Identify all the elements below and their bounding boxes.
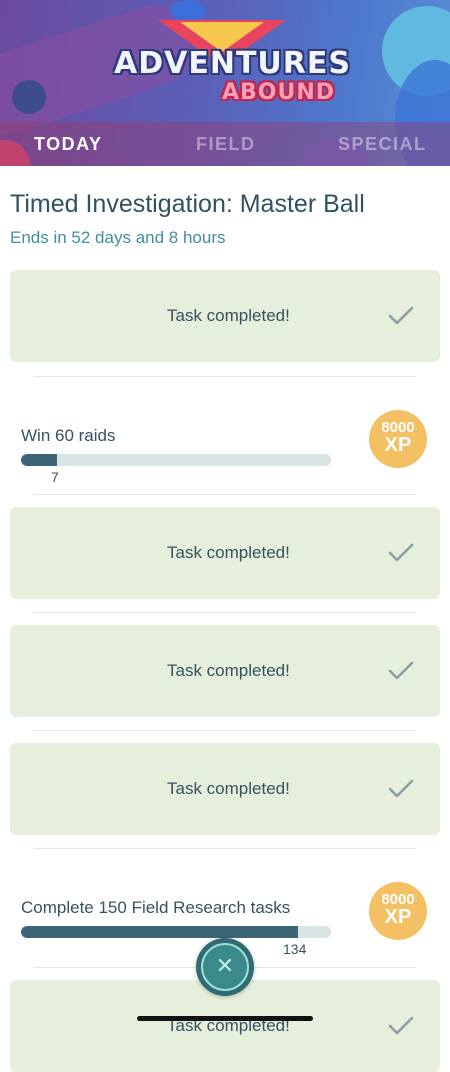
task-label: Win 60 raids — [21, 426, 116, 445]
logo-subtitle: ABOUND — [222, 80, 336, 105]
xp-reward-unit: XP — [384, 906, 412, 928]
check-icon — [388, 306, 414, 325]
xp-reward-badge: 8000 XP — [369, 410, 427, 468]
check-icon — [388, 779, 414, 798]
task-progress-bar — [21, 926, 331, 938]
close-button-ring: ✕ — [201, 943, 249, 991]
task-completed-label: Task completed! — [167, 779, 290, 798]
divider — [33, 730, 416, 731]
task-label: Complete 150 Field Research tasks — [21, 898, 291, 917]
close-button[interactable]: ✕ — [196, 938, 254, 996]
task-completed-label: Task completed! — [167, 543, 290, 562]
task-completed-card[interactable]: Task completed! — [10, 270, 440, 362]
tab-field[interactable]: FIELD — [196, 134, 256, 155]
divider — [33, 376, 416, 377]
check-icon — [388, 543, 414, 562]
season-logo: ADVENTURES ABOUND — [110, 20, 351, 112]
task-completed-label: Task completed! — [167, 306, 290, 325]
task-progress-count: 134 — [283, 941, 307, 957]
research-tabs: TODAY FIELD SPECIAL — [0, 122, 450, 166]
research-timer: Ends in 52 days and 8 hours — [10, 228, 226, 247]
task-progress-bar — [21, 454, 331, 466]
task-completed-card[interactable]: Task completed! — [10, 743, 440, 835]
xp-reward-badge: 8000 XP — [369, 882, 427, 940]
decor-bubble — [12, 80, 46, 114]
xp-reward-unit: XP — [384, 434, 412, 456]
check-icon — [388, 1016, 414, 1035]
check-icon — [388, 661, 414, 680]
task-completed-label: Task completed! — [167, 661, 290, 680]
decor-bubble — [170, 0, 206, 22]
tab-special[interactable]: SPECIAL — [338, 134, 427, 155]
task-completed-card[interactable]: Task completed! — [10, 507, 440, 599]
task-completed-card[interactable]: Task completed! — [10, 625, 440, 717]
divider — [33, 494, 416, 495]
close-icon: ✕ — [215, 954, 235, 979]
home-indicator[interactable] — [137, 1016, 313, 1021]
header-banner: ADVENTURES ABOUND TODAY FIELD SPECIAL — [0, 0, 450, 166]
research-title: Timed Investigation: Master Ball — [10, 190, 365, 218]
task-progress-fill — [21, 926, 298, 938]
task-progress-fill — [21, 454, 58, 466]
divider — [33, 848, 416, 849]
tab-today[interactable]: TODAY — [34, 134, 103, 155]
divider — [33, 612, 416, 613]
task-progress-count: 7 — [51, 469, 59, 485]
logo-title: ADVENTURES — [114, 46, 351, 81]
